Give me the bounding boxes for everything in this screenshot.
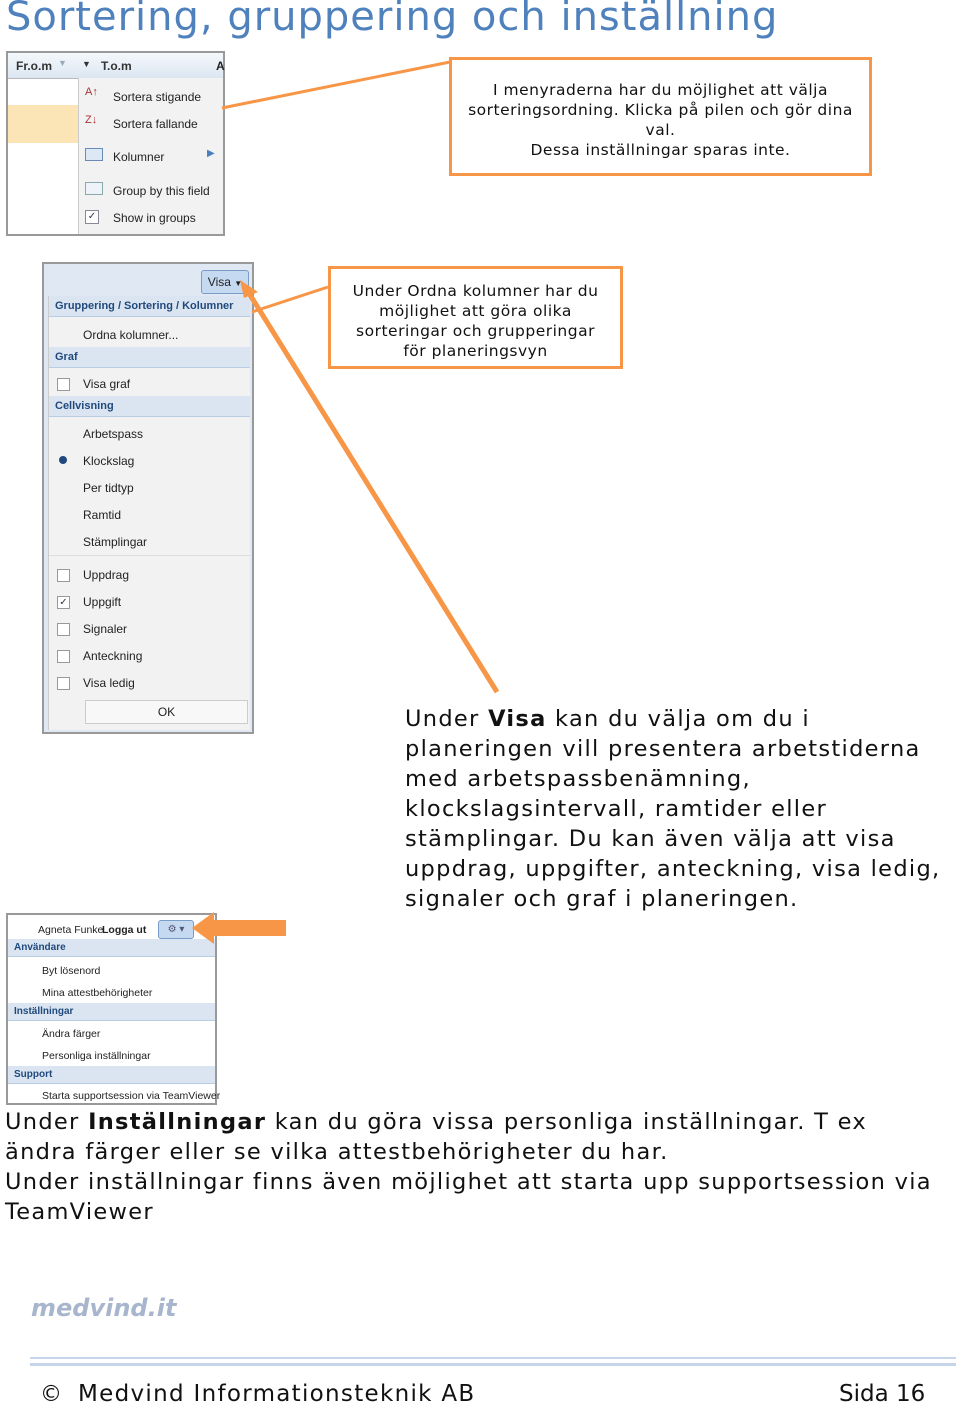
arrowhead-visa [240,280,258,298]
arrow-visa [244,288,500,694]
arrow-sorting [221,60,451,110]
page-number: Sida 16 [839,1381,926,1407]
footer-logo: medvind.it [31,1294,177,1322]
footer-divider [30,1357,956,1366]
arrow-settings-shaft [212,920,286,936]
footer-company: Medvind Informationsteknik AB [78,1381,476,1407]
arrow-arrange-columns [251,285,329,314]
copyright-icon: © [40,1382,62,1407]
arrowhead-settings [192,912,214,944]
callout-arrows [192,60,500,944]
